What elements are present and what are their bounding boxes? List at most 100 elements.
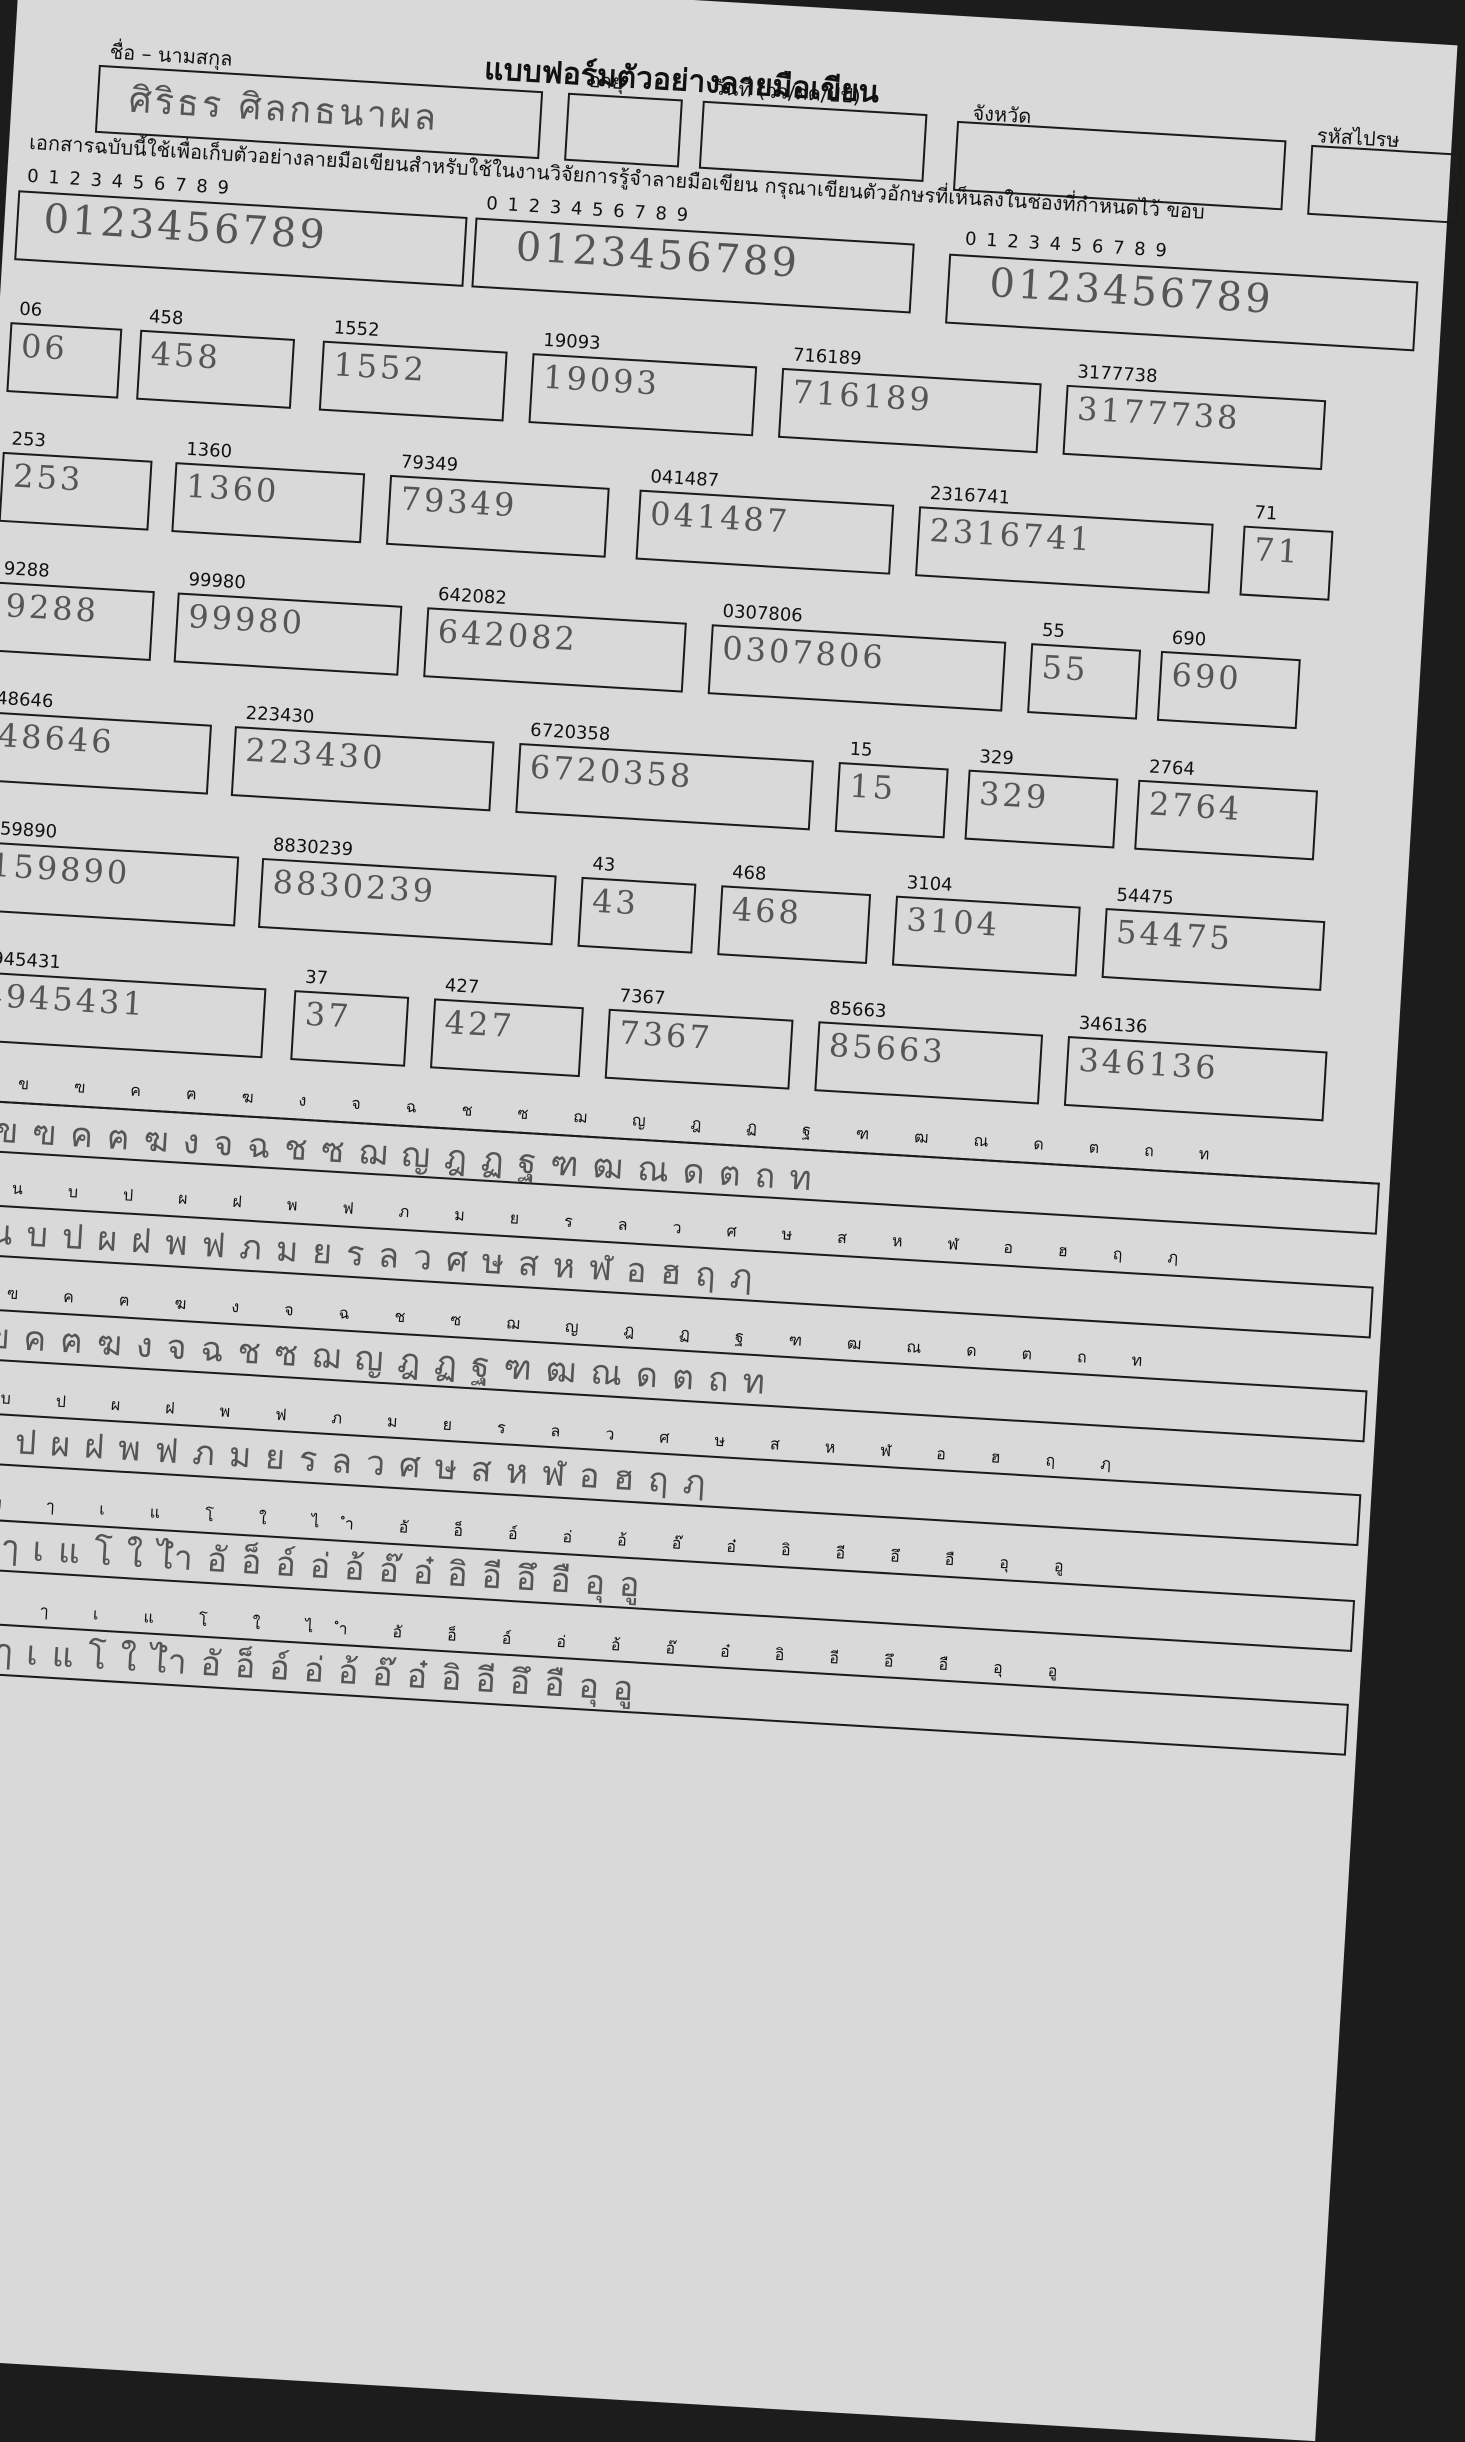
- digit-box[interactable]: 0123456789: [471, 217, 915, 314]
- number-handwriting: 3177738: [1076, 389, 1242, 438]
- number-box[interactable]: 79349: [385, 474, 610, 558]
- number-box[interactable]: 3104: [891, 895, 1081, 977]
- number-handwriting: 71: [1253, 530, 1302, 571]
- number-box[interactable]: 99980: [173, 592, 403, 676]
- number-handwriting: 6720358: [528, 747, 695, 796]
- digit-box[interactable]: 0123456789: [945, 253, 1419, 352]
- number-prompt: 159890: [0, 817, 58, 843]
- number-box[interactable]: 43: [577, 876, 697, 954]
- number-box[interactable]: 346136: [1063, 1036, 1328, 1122]
- number-handwriting: 7367: [618, 1013, 714, 1057]
- number-prompt: 3104: [906, 872, 954, 896]
- number-handwriting: 329: [978, 774, 1051, 817]
- number-box[interactable]: 19093: [528, 353, 758, 437]
- number-prompt: 253: [10, 428, 47, 452]
- number-handwriting: 041487: [649, 494, 792, 541]
- number-handwriting: 48646: [0, 716, 116, 761]
- number-prompt: 0307806: [721, 600, 804, 627]
- number-handwriting: 79349: [399, 479, 519, 525]
- number-box[interactable]: 0307806: [707, 624, 1007, 712]
- number-prompt: 19093: [542, 329, 602, 355]
- number-box[interactable]: 468: [717, 885, 872, 964]
- number-box[interactable]: 458: [136, 329, 296, 409]
- number-prompt: 15: [849, 738, 874, 761]
- number-prompt: 690: [1171, 627, 1207, 651]
- number-box[interactable]: 15: [834, 761, 949, 839]
- digit-box[interactable]: 0123456789: [14, 190, 468, 287]
- number-handwriting: 458: [149, 334, 222, 377]
- number-handwriting: 223430: [244, 730, 387, 778]
- number-box[interactable]: 041487: [635, 489, 895, 575]
- number-box[interactable]: 71: [1239, 525, 1334, 601]
- number-box[interactable]: 642082: [423, 607, 687, 693]
- number-handwriting: 4945431: [0, 975, 147, 1024]
- digit-handwriting: 0123456789: [988, 260, 1275, 323]
- number-handwriting: 346136: [1077, 1040, 1220, 1087]
- number-prompt: 716189: [792, 344, 863, 370]
- number-box[interactable]: 329: [964, 769, 1119, 849]
- number-box[interactable]: 427: [429, 998, 584, 1078]
- number-box[interactable]: 223430: [230, 726, 495, 812]
- number-box[interactable]: 253: [0, 451, 153, 531]
- number-handwriting: 54475: [1115, 912, 1235, 958]
- number-box[interactable]: 716189: [777, 367, 1042, 454]
- number-handwriting: 468: [730, 889, 804, 933]
- number-prompt: 79349: [400, 451, 459, 476]
- number-handwriting: 85663: [827, 1025, 947, 1071]
- number-handwriting: 19093: [542, 357, 661, 403]
- number-box[interactable]: 690: [1156, 650, 1301, 730]
- number-prompt: 427: [444, 975, 480, 999]
- digit-handwriting: 0123456789: [42, 195, 330, 259]
- number-handwriting: 716189: [791, 372, 934, 419]
- number-box[interactable]: 7367: [604, 1008, 794, 1090]
- number-box[interactable]: 85663: [814, 1021, 1044, 1105]
- number-handwriting: 43: [591, 881, 640, 923]
- number-box[interactable]: 4945431: [0, 970, 267, 1059]
- number-box[interactable]: 48646: [0, 711, 212, 795]
- number-handwriting: 2316741: [928, 510, 1095, 559]
- number-prompt: 223430: [245, 702, 315, 728]
- number-box[interactable]: 9288: [0, 581, 155, 661]
- number-box[interactable]: 8830239: [258, 857, 557, 946]
- number-prompt: 37: [304, 966, 329, 990]
- number-prompt: 468: [731, 861, 768, 885]
- number-prompt: 329: [978, 746, 1015, 770]
- number-handwriting: 159890: [0, 845, 132, 893]
- number-prompt: 55: [1041, 619, 1066, 643]
- age-label: อายุ: [588, 67, 625, 95]
- number-prompt: 642082: [437, 583, 508, 609]
- number-box[interactable]: 6720358: [515, 742, 814, 831]
- number-prompt: 458: [148, 306, 184, 330]
- number-box[interactable]: 2316741: [915, 506, 1214, 594]
- number-box[interactable]: 54475: [1101, 908, 1326, 991]
- number-box[interactable]: 1552: [318, 340, 508, 422]
- number-box[interactable]: 2764: [1134, 779, 1319, 861]
- number-handwriting: 253: [12, 456, 85, 499]
- number-prompt: 71: [1253, 502, 1278, 525]
- age-field[interactable]: [564, 92, 683, 168]
- number-prompt: 54475: [1115, 884, 1175, 910]
- number-handwriting: 3104: [905, 900, 1002, 944]
- number-prompt: 4945431: [0, 947, 62, 974]
- number-prompt: 85663: [828, 997, 888, 1023]
- number-prompt: 43: [591, 853, 616, 876]
- number-box[interactable]: 3177738: [1062, 384, 1327, 471]
- number-prompt: 8830239: [272, 834, 354, 861]
- number-handwriting: 99980: [187, 597, 307, 643]
- number-box[interactable]: 159890: [0, 841, 240, 927]
- number-box[interactable]: 37: [290, 990, 410, 1067]
- number-box[interactable]: 1360: [171, 462, 366, 544]
- number-handwriting: 9288: [4, 586, 101, 630]
- number-handwriting: 15: [848, 766, 898, 808]
- number-prompt: 7367: [618, 985, 666, 1010]
- number-box[interactable]: 55: [1027, 643, 1142, 720]
- number-handwriting: 55: [1040, 647, 1090, 689]
- number-handwriting: 2764: [1147, 784, 1244, 828]
- postcode-field[interactable]: [1307, 144, 1462, 224]
- number-handwriting: 642082: [436, 612, 579, 659]
- number-prompt: 3177738: [1076, 361, 1159, 388]
- number-prompt: 1360: [185, 438, 233, 463]
- number-handwriting: 1552: [332, 345, 428, 389]
- number-prompt: 99980: [187, 569, 247, 594]
- number-box[interactable]: 06: [6, 322, 123, 399]
